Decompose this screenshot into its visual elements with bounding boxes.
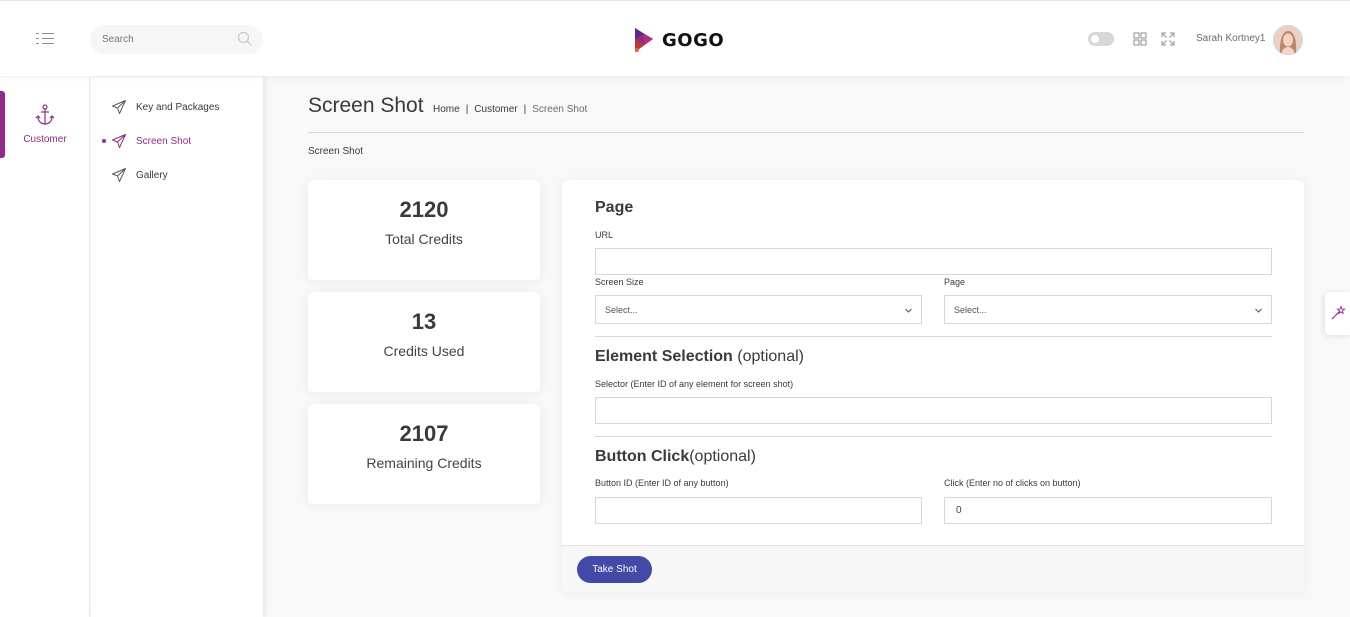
- main-menu-item-customer[interactable]: Customer: [0, 91, 90, 159]
- user-name[interactable]: Sarah Kortney1: [1196, 33, 1266, 44]
- screen-size-selected: Select...: [605, 304, 638, 315]
- chevron-down-icon: [1255, 308, 1262, 313]
- anchor-icon: [35, 104, 55, 125]
- sub-menu-label: Key and Packages: [136, 101, 220, 113]
- element-selection-heading: Element Selection (optional): [595, 348, 804, 366]
- url-label: URL: [595, 230, 614, 240]
- brand-logo[interactable]: GOGO: [632, 25, 724, 55]
- paper-plane-icon: [112, 134, 126, 148]
- button-click-heading: Button Click(optional): [595, 448, 756, 466]
- sub-menu-item-gallery[interactable]: Gallery: [111, 165, 168, 185]
- form-divider: [595, 436, 1272, 437]
- url-input[interactable]: [595, 248, 1272, 275]
- active-dot: [102, 139, 106, 143]
- form-divider: [595, 336, 1272, 337]
- sub-menu-label: Gallery: [136, 169, 168, 181]
- stat-card-total-credits: 2120 Total Credits: [308, 180, 540, 280]
- page-select[interactable]: Select...: [944, 295, 1272, 324]
- theme-toggle[interactable]: [1088, 32, 1114, 46]
- main-menu-label: Customer: [23, 134, 67, 145]
- sub-menu-item-screen-shot[interactable]: Screen Shot: [102, 131, 192, 151]
- button-click-title: Button Click: [595, 448, 690, 465]
- stat-value: 13: [411, 309, 437, 334]
- breadcrumb-separator: |: [465, 104, 469, 115]
- search-icon[interactable]: [237, 31, 253, 47]
- brand-name: GOGO: [662, 29, 725, 51]
- take-shot-button[interactable]: Take Shot: [577, 556, 652, 583]
- page-select-selected: Select...: [954, 304, 987, 315]
- stat-card-credits-used: 13 Credits Used: [308, 292, 540, 392]
- search-box: [90, 25, 263, 54]
- breadcrumb-customer[interactable]: Customer: [474, 104, 517, 115]
- sub-menu-label: Screen Shot: [136, 135, 192, 147]
- gogo-logo-icon: [635, 28, 653, 52]
- sub-menu: Key and Packages Screen Shot Gallery: [91, 77, 263, 617]
- stat-value: 2107: [399, 421, 449, 446]
- breadcrumb-home[interactable]: Home: [433, 104, 460, 115]
- screen-size-select[interactable]: Select...: [595, 295, 922, 324]
- breadcrumb-separator: |: [523, 104, 527, 115]
- apps-grid-icon[interactable]: [1133, 32, 1147, 46]
- breadcrumb: Home | Customer | Screen Shot: [433, 104, 587, 115]
- top-navbar: GOGO Sarah Kortney1: [0, 0, 1350, 76]
- user-avatar-image: [1273, 25, 1303, 55]
- clicks-input[interactable]: [944, 497, 1272, 524]
- fullscreen-icon[interactable]: [1161, 32, 1175, 46]
- optional-suffix: (optional): [689, 448, 756, 465]
- stat-value: 2120: [399, 197, 449, 222]
- page-section-heading: Page: [595, 199, 634, 216]
- stat-label: Total Credits: [385, 231, 463, 247]
- active-indicator: [0, 91, 5, 158]
- chevron-down-icon: [905, 308, 912, 313]
- main-menu: Customer: [0, 77, 90, 617]
- search-input[interactable]: [90, 25, 220, 54]
- optional-suffix: (optional): [732, 348, 804, 365]
- breadcrumb-current: Screen Shot: [532, 104, 588, 115]
- form-footer: Take Shot: [562, 545, 1304, 592]
- page-title: Screen Shot: [308, 94, 424, 117]
- sub-menu-item-key-and-packages[interactable]: Key and Packages: [111, 97, 219, 117]
- button-id-input[interactable]: [595, 497, 922, 524]
- avatar[interactable]: [1273, 25, 1303, 55]
- paper-plane-icon: [112, 168, 126, 182]
- element-selection-title: Element Selection: [595, 348, 733, 365]
- stat-label: Remaining Credits: [366, 455, 482, 471]
- stat-label: Credits Used: [383, 343, 465, 359]
- magic-wand-icon: [1331, 305, 1346, 320]
- clicks-label: Click (Enter no of clicks on button): [944, 478, 1081, 488]
- stat-card-remaining-credits: 2107 Remaining Credits: [308, 404, 540, 504]
- button-id-label: Button ID (Enter ID of any button): [595, 478, 729, 488]
- header-divider: [308, 132, 1304, 133]
- theme-customizer-button[interactable]: [1325, 292, 1350, 335]
- screen-size-label: Screen Size: [595, 277, 644, 287]
- selector-label: Selector (Enter ID of any element for sc…: [595, 379, 794, 389]
- menu-toggle-icon[interactable]: [36, 31, 56, 47]
- screenshot-form-card: Page URL Screen Size Select... Page Sele…: [562, 180, 1304, 592]
- selector-input[interactable]: [595, 397, 1272, 424]
- paper-plane-icon: [112, 100, 126, 114]
- section-label: Screen Shot: [308, 146, 364, 157]
- page-select-label: Page: [944, 277, 966, 287]
